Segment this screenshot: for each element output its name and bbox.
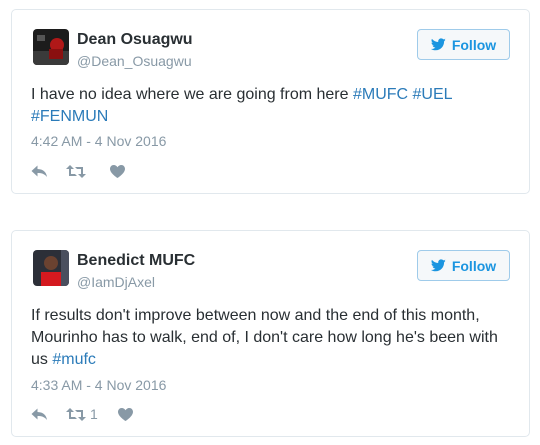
twitter-bird-icon [430,259,446,272]
tweet-card: Benedict MUFC @IamDjAxel Follow If resul… [11,230,530,437]
like-icon [117,407,133,421]
tweet-timestamp[interactable]: 4:42 AM - 4 Nov 2016 [31,133,166,149]
follow-button[interactable]: Follow [417,29,510,60]
retweet-button[interactable]: 1 [66,406,98,422]
tweet-text: If results don't improve between now and… [31,305,509,371]
user-handle[interactable]: @IamDjAxel [77,274,155,290]
retweet-button[interactable] [66,164,90,178]
hashtag-link[interactable]: #UEL [413,86,452,103]
tweet-text-body: If results don't improve between now and… [31,307,498,368]
avatar[interactable] [33,250,69,286]
tweet-actions [31,162,125,180]
reply-button[interactable] [31,165,48,178]
retweet-count: 1 [90,406,98,422]
follow-label: Follow [451,36,497,53]
avatar[interactable] [33,29,69,65]
follow-label: Follow [451,257,497,274]
display-name[interactable]: Benedict MUFC [77,252,195,270]
tweet-actions: 1 [31,405,133,423]
display-name[interactable]: Dean Osuagwu [77,31,193,49]
hashtag-link[interactable]: #mufc [52,351,96,368]
tweet-timestamp[interactable]: 4:33 AM - 4 Nov 2016 [31,377,166,393]
tweet-text-body: I have no idea where we are going from h… [31,86,353,103]
reply-icon [31,408,47,420]
tweet-text: I have no idea where we are going from h… [31,84,509,128]
hashtag-link[interactable]: #FENMUN [31,108,108,125]
reply-button[interactable] [31,408,48,421]
like-icon [110,164,125,178]
reply-icon [31,165,47,177]
retweet-icon [66,164,86,178]
tweet-card: Dean Osuagwu @Dean_Osuagwu Follow I have… [11,9,530,194]
like-button[interactable] [110,164,125,178]
twitter-bird-icon [430,38,446,51]
like-button[interactable] [117,407,133,421]
retweet-icon [66,407,86,421]
hashtag-link[interactable]: #MUFC [353,86,408,103]
follow-button[interactable]: Follow [417,250,510,281]
user-handle[interactable]: @Dean_Osuagwu [77,53,192,69]
